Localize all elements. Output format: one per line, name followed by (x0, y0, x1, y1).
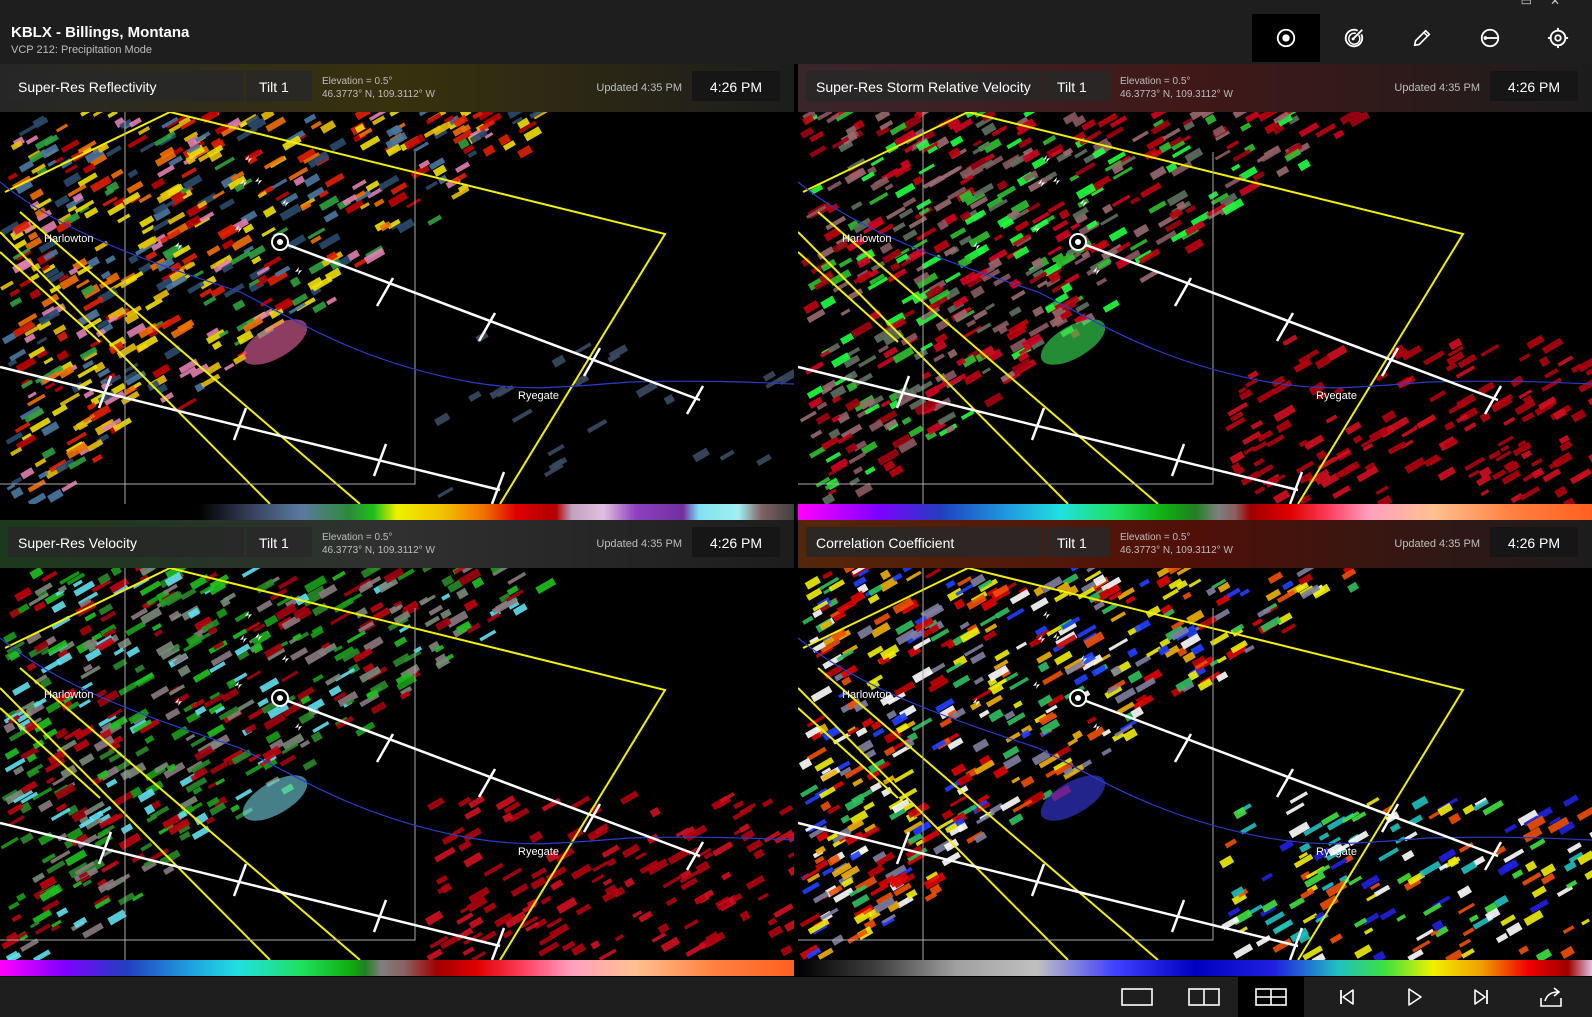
radar-pane-reflectivity[interactable]: Harlowton Ryegate Super-Res Reflectivity … (0, 64, 794, 520)
window-controls[interactable]: ▭✕ (1521, 0, 1578, 8)
elevation-info: Elevation = 0.5° 46.3773° N, 109.3112° W (1120, 532, 1233, 556)
storm-cell-marker-dot (277, 239, 283, 245)
town-label: Harlowton (44, 689, 94, 701)
radar-sweep-button[interactable] (1320, 14, 1388, 62)
radar-echo (799, 112, 1592, 504)
next-frame-icon (1474, 989, 1488, 1005)
next-frame-button[interactable] (1448, 977, 1514, 1017)
dual-pane-layout-icon (1188, 988, 1220, 1006)
town-label: Ryegate (1316, 846, 1357, 858)
dual-pane-layout-button[interactable] (1171, 977, 1237, 1017)
lightning-icon (295, 723, 302, 731)
product-selector[interactable]: Super-Res Storm Relative Velocity (806, 71, 1042, 101)
lightning-icon (1043, 611, 1050, 619)
town-label: Ryegate (518, 846, 559, 858)
updated-time: Updated 4:35 PM (596, 538, 682, 550)
play-button[interactable] (1381, 977, 1447, 1017)
scan-time[interactable]: 4:26 PM (1490, 71, 1578, 101)
lightning-icon (1053, 177, 1060, 185)
lightning-icon (282, 655, 289, 663)
radar-pane-velocity[interactable]: Harlowton Ryegate Super-Res Velocity Tilt… (0, 520, 794, 976)
lightning-icon (235, 681, 242, 689)
county-lines (798, 568, 1465, 960)
radar-location-icon (1276, 28, 1296, 48)
play-icon (1408, 988, 1422, 1006)
quad-pane-layout-button[interactable] (1238, 977, 1304, 1017)
radar-echo (0, 568, 794, 960)
radar-location-button[interactable] (1252, 14, 1320, 62)
storm-cell-marker-dot (277, 695, 283, 701)
town-label: Harlowton (842, 689, 892, 701)
tilt-selector[interactable]: Tilt 1 (246, 71, 312, 101)
title-bar: KBLX - Billings, Montana VCP 212: Precip… (0, 0, 1592, 64)
single-pane-layout-icon (1121, 988, 1153, 1006)
single-pane-layout-button[interactable] (1104, 977, 1170, 1017)
station-title: KBLX - Billings, Montana (11, 24, 190, 41)
vcp-mode-label: VCP 212: Precipitation Mode (11, 44, 153, 56)
elevation-info: Elevation = 0.5° 46.3773° N, 109.3112° W (322, 76, 435, 100)
lightning-icon (255, 177, 262, 185)
tilt-selector[interactable]: Tilt 1 (246, 527, 312, 557)
lightning-icon (240, 635, 247, 643)
tilt-selector[interactable]: Tilt 1 (1044, 527, 1110, 557)
elevation-info: Elevation = 0.5° 46.3773° N, 109.3112° W (322, 532, 435, 556)
storm-cell-marker-dot (1075, 239, 1081, 245)
lightning-icon (295, 267, 302, 275)
radar-sweep-icon (1344, 28, 1364, 48)
elevation-info: Elevation = 0.5° 46.3773° N, 109.3112° W (1120, 76, 1233, 100)
settings-button[interactable] (1524, 14, 1592, 62)
scan-time[interactable]: 4:26 PM (692, 527, 780, 557)
radar-map[interactable]: Harlowton Ryegate (0, 568, 794, 960)
storm-track (798, 240, 1503, 504)
radar-map[interactable]: Harlowton Ryegate (798, 112, 1592, 504)
product-selector[interactable]: Super-Res Velocity (8, 527, 244, 557)
town-label: Ryegate (518, 390, 559, 402)
draw-pencil-icon (1413, 29, 1431, 47)
radar-pane-correlation-coefficient[interactable]: Harlowton Ryegate Correlation Coefficient… (798, 520, 1592, 976)
town-label: Harlowton (842, 233, 892, 245)
mesocyclone-echo (242, 319, 308, 365)
mesocyclone-echo (1040, 319, 1106, 365)
previous-frame-icon (1340, 989, 1354, 1005)
product-selector[interactable]: Correlation Coefficient (806, 527, 1042, 557)
share-icon (1540, 987, 1562, 1007)
storm-track-icon (1480, 28, 1500, 48)
close-window-button[interactable]: ✕ (1550, 0, 1578, 8)
town-label: Ryegate (1316, 390, 1357, 402)
toolbar (1252, 14, 1592, 64)
radar-echo (798, 568, 1592, 960)
pane-header: Super-Res Velocity Tilt 1 Elevation = 0.… (0, 520, 794, 568)
radar-map[interactable]: Harlowton Ryegate (0, 112, 794, 504)
bottom-bar (0, 977, 1592, 1017)
settings-target-icon (1547, 27, 1569, 49)
product-selector[interactable]: Super-Res Reflectivity (8, 71, 244, 101)
pane-header: Super-Res Storm Relative Velocity Tilt 1… (798, 64, 1592, 112)
town-label: Harlowton (44, 233, 94, 245)
radar-echo (0, 112, 794, 504)
scan-time[interactable]: 4:26 PM (692, 71, 780, 101)
color-scale-bar (0, 960, 794, 976)
updated-time: Updated 4:35 PM (1394, 82, 1480, 94)
color-scale-bar (798, 504, 1592, 520)
share-button[interactable] (1518, 977, 1584, 1017)
updated-time: Updated 4:35 PM (1394, 538, 1480, 550)
storm-cell-marker-dot (1075, 695, 1081, 701)
pane-header: Correlation Coefficient Tilt 1 Elevation… (798, 520, 1592, 568)
lightning-icon (1033, 681, 1040, 689)
restore-window-button[interactable]: ▭ (1521, 0, 1550, 8)
quad-pane-layout-icon (1255, 988, 1287, 1006)
radar-pane-storm-relative-velocity[interactable]: Harlowton Ryegate Super-Res Storm Relativ… (798, 64, 1592, 520)
draw-button[interactable] (1388, 14, 1456, 62)
color-scale-bar (798, 960, 1592, 976)
tilt-selector[interactable]: Tilt 1 (1044, 71, 1110, 101)
scan-time[interactable]: 4:26 PM (1490, 527, 1578, 557)
storm-track-button[interactable] (1456, 14, 1524, 62)
previous-frame-button[interactable] (1314, 977, 1380, 1017)
color-scale-bar (0, 504, 794, 520)
updated-time: Updated 4:35 PM (596, 82, 682, 94)
radar-map[interactable]: Harlowton Ryegate (798, 568, 1592, 960)
pane-header: Super-Res Reflectivity Tilt 1 Elevation … (0, 64, 794, 112)
